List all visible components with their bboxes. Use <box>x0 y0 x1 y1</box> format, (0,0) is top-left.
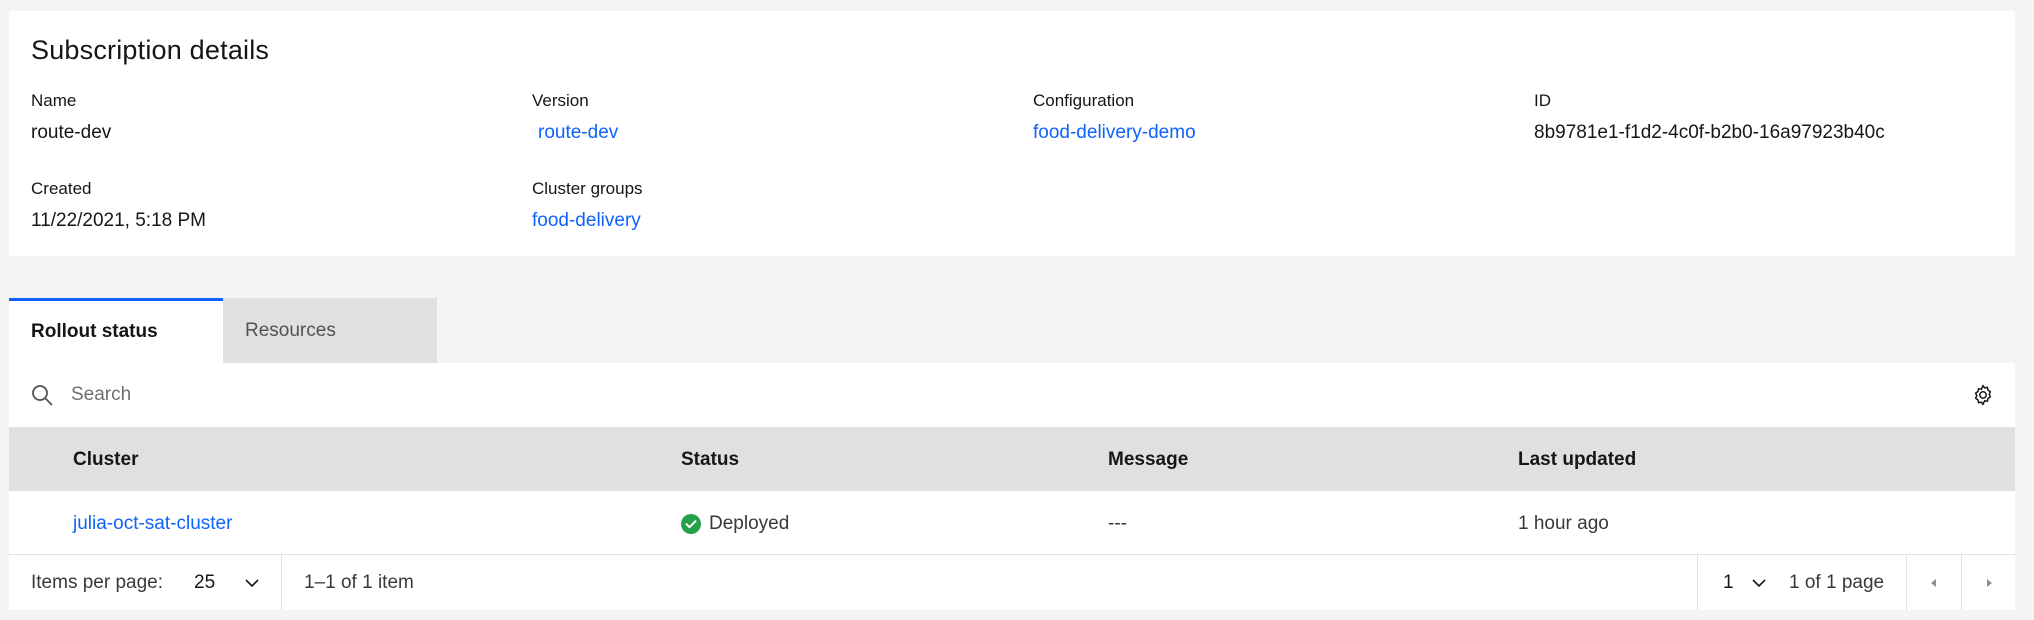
checkmark-circle-icon <box>681 514 701 534</box>
version-field: Version route-dev <box>532 91 618 144</box>
previous-page-button[interactable] <box>1906 555 1961 610</box>
subscription-details-panel: Subscription details Name route-dev Vers… <box>9 11 2015 256</box>
created-field: Created 11/22/2021, 5:18 PM <box>31 179 206 232</box>
table-header: Cluster Status Message Last updated <box>9 427 2015 491</box>
caret-right-icon <box>1986 578 1992 587</box>
rollout-status-table: Cluster Status Message Last updated juli… <box>9 363 2015 610</box>
name-label: Name <box>31 91 77 110</box>
version-link[interactable]: route-dev <box>538 122 618 144</box>
chevron-down-icon[interactable] <box>243 574 261 592</box>
status-value: Deployed <box>709 513 790 534</box>
id-field: ID 8b9781e1-f1d2-4c0f-b2b0-16a97923b40c <box>1534 91 1885 144</box>
divider <box>281 555 282 610</box>
cluster-groups-link[interactable]: food-delivery <box>532 210 643 232</box>
gear-icon[interactable] <box>1971 383 1995 407</box>
version-label: Version <box>532 91 589 110</box>
column-header-status[interactable]: Status <box>681 449 739 471</box>
cluster-groups-label: Cluster groups <box>532 179 643 198</box>
name-field: Name route-dev <box>31 91 111 144</box>
page-title: Subscription details <box>31 35 270 65</box>
message-value: --- <box>1108 513 1127 534</box>
tab-rollout-status[interactable]: Rollout status <box>9 298 223 363</box>
configuration-field: Configuration food-delivery-demo <box>1033 91 1196 144</box>
table-toolbar <box>9 363 2015 427</box>
column-header-last-updated[interactable]: Last updated <box>1518 449 1636 471</box>
tab-resources[interactable]: Resources <box>223 298 437 363</box>
column-header-cluster[interactable]: Cluster <box>73 449 138 471</box>
id-label: ID <box>1534 91 1551 110</box>
page-select[interactable]: 1 <box>1723 572 1734 594</box>
created-value: 11/22/2021, 5:18 PM <box>31 210 206 231</box>
name-value: route-dev <box>31 122 112 143</box>
configuration-link[interactable]: food-delivery-demo <box>1033 122 1196 144</box>
last-updated-value: 1 hour ago <box>1518 513 1609 534</box>
search-input[interactable] <box>71 375 1371 415</box>
id-value: 8b9781e1-f1d2-4c0f-b2b0-16a97923b40c <box>1534 122 1885 143</box>
pagination-bar: Items per page: 25 1–1 of 1 item 1 1 of … <box>9 555 2015 610</box>
table-row: julia-oct-sat-cluster Deployed --- 1 hou… <box>9 491 2015 555</box>
tab-list: Rollout status Resources <box>9 298 437 363</box>
search-icon <box>32 385 53 406</box>
cluster-link[interactable]: julia-oct-sat-cluster <box>73 513 232 535</box>
items-per-page-select[interactable]: 25 <box>194 572 215 594</box>
item-range-text: 1–1 of 1 item <box>304 572 414 593</box>
next-page-button[interactable] <box>1961 555 2016 610</box>
cluster-groups-field: Cluster groups food-delivery <box>532 179 643 232</box>
items-per-page-label: Items per page: <box>31 572 164 593</box>
created-label: Created <box>31 179 92 198</box>
page-total-text: 1 of 1 page <box>1789 572 1885 593</box>
chevron-down-icon[interactable] <box>1750 574 1768 592</box>
configuration-label: Configuration <box>1033 91 1135 110</box>
column-header-message[interactable]: Message <box>1108 449 1188 471</box>
divider <box>1697 555 1698 610</box>
caret-left-icon <box>1930 578 1936 587</box>
